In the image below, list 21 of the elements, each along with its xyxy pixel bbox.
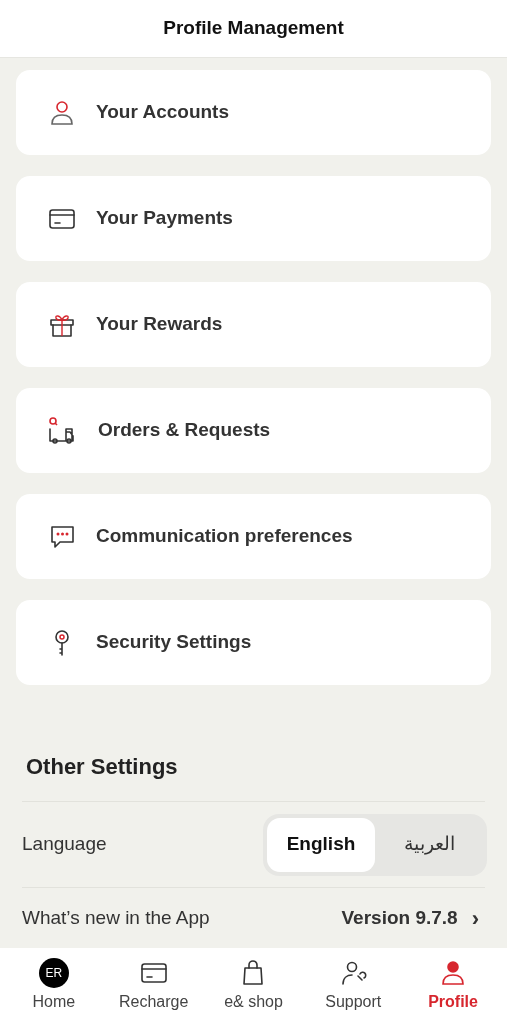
menu-card[interactable]: Communication preferences — [16, 494, 491, 579]
nav-tab[interactable]: Support — [308, 958, 399, 1014]
language-option[interactable]: English — [267, 817, 375, 872]
menu-card[interactable]: Your Rewards — [16, 282, 491, 367]
menu-card[interactable]: Your Payments — [16, 176, 491, 261]
language-option[interactable]: العربية — [375, 817, 483, 872]
menu-card[interactable]: Orders & Requests — [16, 388, 491, 473]
support-icon — [339, 959, 368, 987]
menu-card[interactable]: Security Settings — [16, 600, 491, 685]
page-title: Profile Management — [163, 16, 344, 41]
avatar: ER — [38, 958, 69, 988]
chevron-icon: › — [471, 901, 485, 935]
language-label: Language — [22, 832, 107, 857]
version-text: Version 9.7.8 — [341, 905, 458, 930]
nav-tab[interactable]: e& shop — [208, 958, 299, 1014]
menu-card[interactable]: Your Accounts — [16, 70, 491, 155]
section-title: Other Settings — [22, 750, 485, 802]
whats-new-row[interactable]: What’s new in the App Version 9.7.8 › — [22, 888, 485, 948]
nav-tab[interactable]: ER Home — [8, 958, 99, 1014]
nav-tab[interactable]: Profile — [408, 958, 499, 1014]
nav-tab[interactable]: Recharge — [108, 958, 199, 1014]
